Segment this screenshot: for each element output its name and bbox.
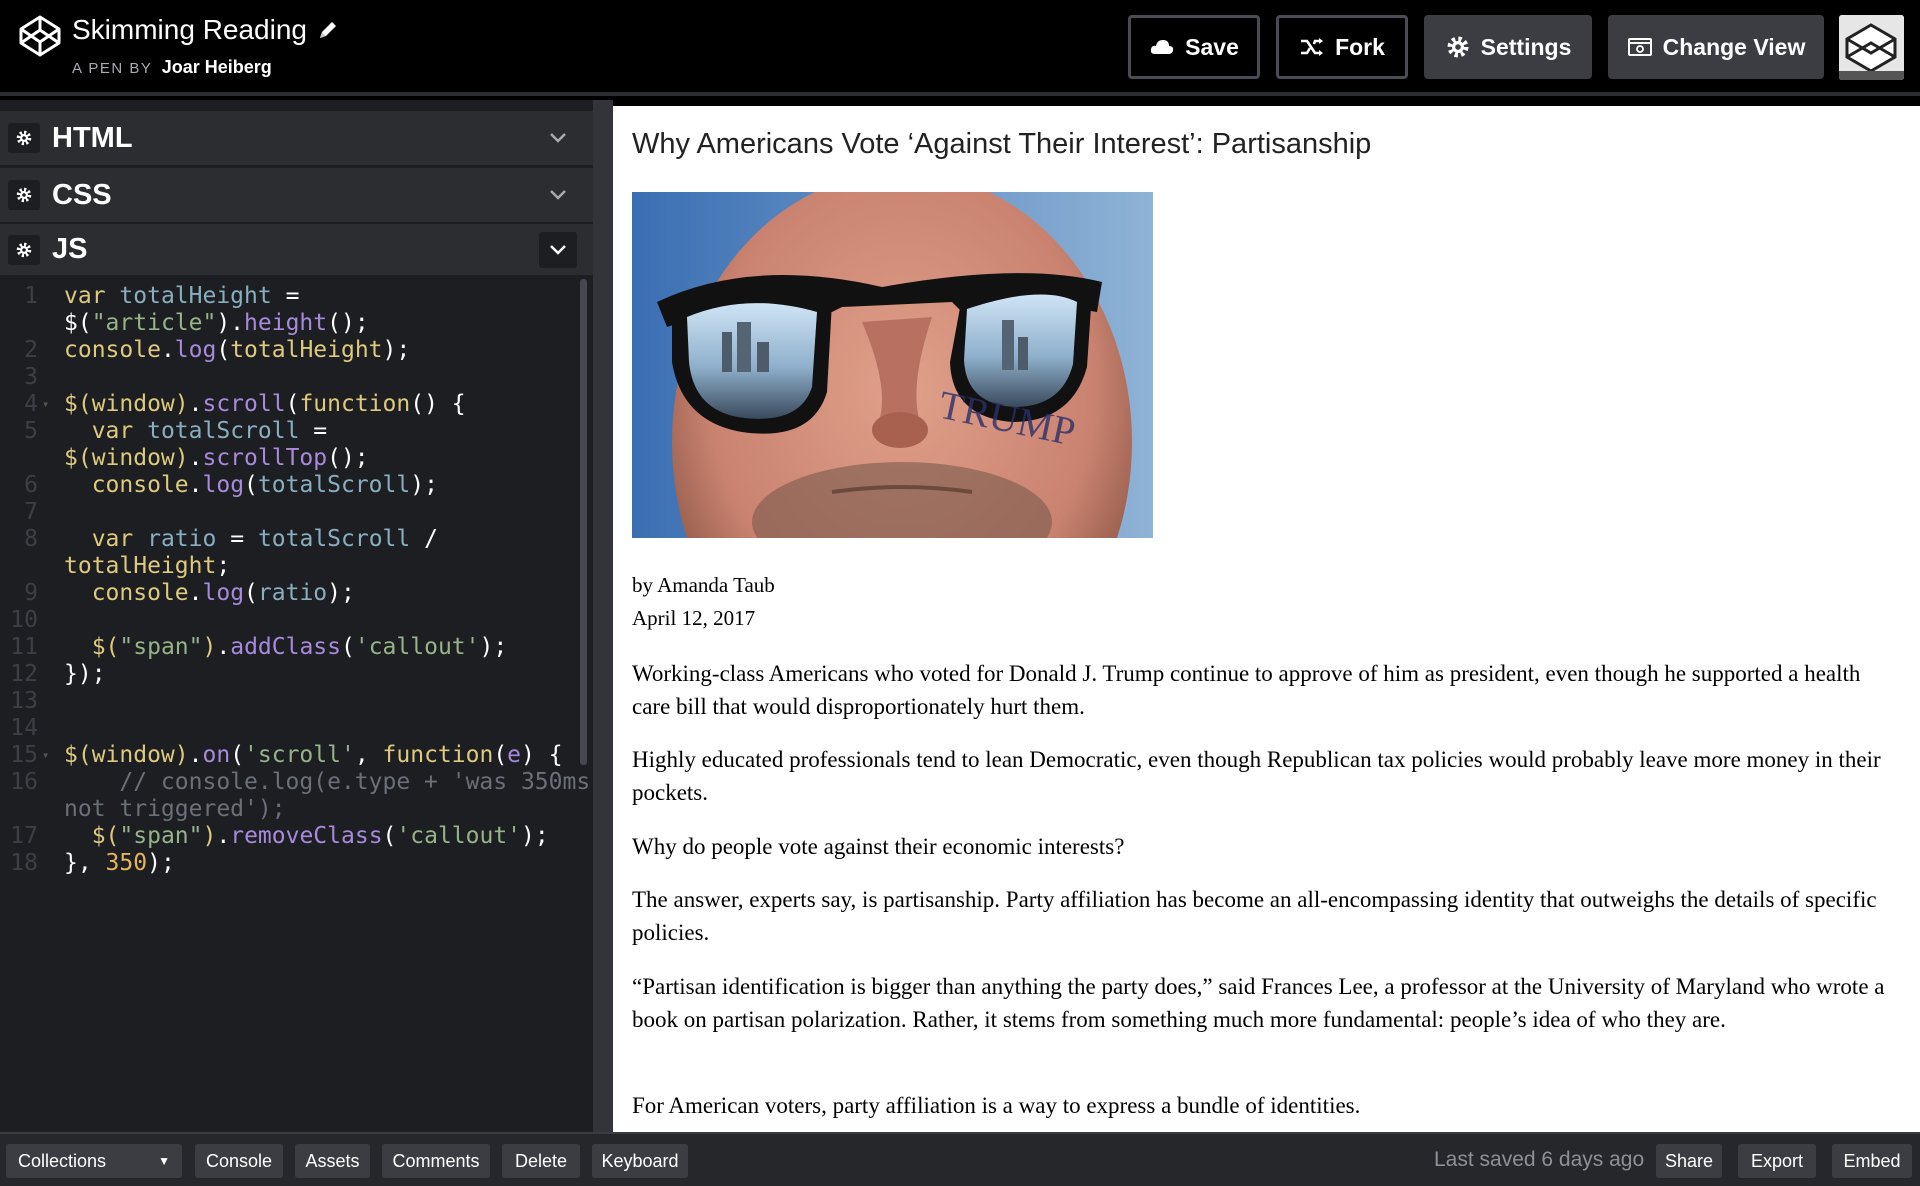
article-paragraph: For American voters, party affiliation i… — [632, 1093, 1361, 1118]
settings-button[interactable]: Settings — [1424, 15, 1592, 79]
avatar-cube-icon — [1839, 15, 1904, 80]
article-paragraph: Working-class Americans who voted for Do… — [632, 661, 1861, 719]
fold-arrow-icon[interactable]: ▾ — [42, 388, 49, 421]
delete-button[interactable]: Delete — [502, 1144, 580, 1178]
editor-column: HTML CSS JS 1 var totalHeight = $("articl… — [0, 100, 593, 1132]
photo-man-sunglasses: TRUMP — [632, 192, 1153, 538]
html-collapse-button[interactable] — [539, 120, 577, 156]
chevron-down-icon — [550, 133, 566, 143]
fork-icon — [1301, 38, 1324, 56]
pen-title[interactable]: Skimming Reading — [72, 14, 339, 46]
gear-icon — [1447, 36, 1469, 58]
article-paragraph: The answer, experts say, is partisanship… — [632, 887, 1877, 945]
header: Skimming Reading A PEN BY Joar Heiberg S… — [0, 0, 1920, 96]
css-collapse-button[interactable] — [539, 177, 577, 213]
css-editor-title: CSS — [52, 178, 112, 211]
view-icon — [1627, 38, 1652, 56]
article-paragraph: Highly educated professionals tend to le… — [632, 747, 1881, 805]
chevron-down-icon — [550, 190, 566, 200]
share-button[interactable]: Share — [1656, 1144, 1722, 1178]
article-paragraph: “Partisan identification is bigger than … — [632, 974, 1885, 1032]
last-saved-status: Last saved 6 days ago — [1434, 1148, 1645, 1171]
cloud-icon — [1150, 40, 1174, 54]
gear-icon — [16, 130, 32, 146]
fork-button[interactable]: Fork — [1276, 15, 1408, 79]
js-editor-title: JS — [52, 233, 88, 265]
embed-button[interactable]: Embed — [1832, 1144, 1912, 1178]
comments-button[interactable]: Comments — [382, 1144, 490, 1178]
pen-title-text: Skimming Reading — [72, 14, 307, 45]
chevron-down-icon — [550, 245, 566, 255]
fork-label: Fork — [1335, 33, 1385, 60]
codepen-logo-icon[interactable] — [18, 14, 62, 58]
result-preview: Why Americans Vote ‘Against Their Intere… — [613, 106, 1920, 1132]
css-settings-button[interactable] — [8, 180, 40, 210]
code-scrollbar[interactable] — [580, 279, 587, 765]
save-button[interactable]: Save — [1128, 15, 1260, 79]
assets-button[interactable]: Assets — [295, 1144, 370, 1178]
fold-arrow-icon[interactable]: ▾ — [42, 739, 49, 772]
html-editor-header[interactable]: HTML — [0, 111, 593, 165]
article-author: by Amanda Taub — [632, 573, 775, 597]
export-button[interactable]: Export — [1738, 1144, 1816, 1178]
js-code-editor[interactable]: 1 var totalHeight = $("article").height()… — [0, 275, 593, 1132]
js-editor-header[interactable]: JS — [0, 224, 593, 275]
change-view-label: Change View — [1662, 33, 1806, 60]
editor-resize-handle[interactable] — [593, 100, 613, 1132]
pencil-edit-icon[interactable] — [317, 19, 339, 41]
caret-down-icon: ▼ — [158, 1154, 170, 1168]
line-number: 1 — [24, 283, 38, 309]
save-label: Save — [1185, 33, 1239, 60]
article-date: April 12, 2017 — [632, 606, 756, 630]
console-button[interactable]: Console — [195, 1144, 283, 1178]
pen-by-prefix: A PEN BY — [72, 60, 153, 77]
line-number: 18 — [10, 850, 38, 876]
js-collapse-button[interactable] — [539, 232, 577, 268]
gear-icon — [16, 242, 32, 257]
line-number: 5 — [24, 418, 38, 444]
user-avatar[interactable] — [1839, 15, 1904, 80]
collections-dropdown[interactable]: Collections ▼ — [6, 1144, 182, 1178]
gear-icon — [16, 187, 32, 203]
settings-label: Settings — [1480, 33, 1572, 60]
article-title: Why Americans Vote ‘Against Their Intere… — [632, 128, 1372, 160]
pen-byline: A PEN BY Joar Heiberg — [72, 57, 272, 78]
keyboard-button[interactable]: Keyboard — [592, 1144, 688, 1178]
line-number: 16 — [10, 769, 38, 795]
css-editor-header[interactable]: CSS — [0, 168, 593, 222]
author-link[interactable]: Joar Heiberg — [162, 57, 272, 77]
article-paragraph: Why do people vote against their economi… — [632, 834, 1125, 859]
line-number: 8 — [24, 526, 38, 552]
article-byline: by Amanda Taub April 12, 2017 — [632, 569, 775, 635]
js-settings-button[interactable] — [8, 234, 40, 265]
change-view-button[interactable]: Change View — [1608, 15, 1824, 79]
footer-bar: Collections ▼ Console Assets Comments De… — [0, 1132, 1920, 1186]
html-settings-button[interactable] — [8, 123, 40, 153]
collections-label: Collections — [18, 1150, 107, 1171]
article-photo: TRUMP — [632, 192, 1153, 538]
html-editor-title: HTML — [52, 121, 133, 154]
